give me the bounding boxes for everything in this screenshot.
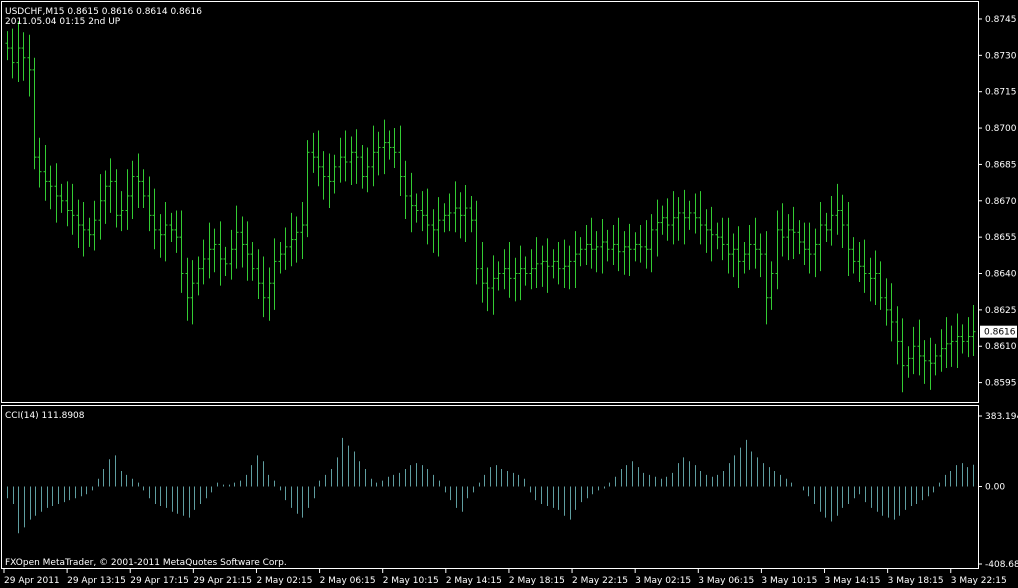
price-tick-label: 0.8640 bbox=[985, 270, 1017, 280]
price-tick-label: 0.8685 bbox=[985, 160, 1017, 170]
price-tick-label: 0.8655 bbox=[985, 233, 1017, 243]
time-tick-label: 3 May 10:15 bbox=[761, 576, 817, 586]
time-tick-label: 3 May 02:15 bbox=[635, 576, 691, 586]
price-tick-label: 0.8700 bbox=[985, 124, 1017, 134]
time-tick-label: 3 May 22:15 bbox=[951, 576, 1007, 586]
mt4-chart-window: 0.8745 0.8730 0.8715 0.8700 0.8685 0.8670 0.86… bbox=[0, 0, 1018, 588]
time-tick-label: 29 Apr 13:15 bbox=[67, 576, 126, 586]
time-tick-label: 3 May 18:15 bbox=[888, 576, 944, 586]
time-tick-label: 2 May 02:15 bbox=[256, 576, 312, 586]
price-tick-label: 0.8595 bbox=[985, 379, 1017, 389]
date-info: 2011.05.04 01:15 2nd UP bbox=[5, 17, 121, 27]
price-tick-label: 0.8715 bbox=[985, 88, 1017, 98]
time-tick-label: 29 Apr 21:15 bbox=[193, 576, 252, 586]
copyright-text: FXOpen MetaTrader, © 2001-2011 MetaQuote… bbox=[5, 558, 287, 568]
cci-tick-label: 383.1940 bbox=[985, 412, 1018, 422]
symbol-info: USDCHF,M15 0.8615 0.8616 0.8614 0.8616 bbox=[5, 7, 202, 17]
price-tick-label: 0.8730 bbox=[985, 51, 1017, 61]
time-tick-label: 29 Apr 17:15 bbox=[130, 576, 189, 586]
time-tick-label: 2 May 06:15 bbox=[320, 576, 376, 586]
time-tick-label: 3 May 14:15 bbox=[825, 576, 881, 586]
indicator-label: CCI(14) 111.8908 bbox=[5, 411, 85, 421]
price-tick-label: 0.8745 bbox=[985, 15, 1017, 25]
cci-tick-label: 0.00 bbox=[985, 483, 1005, 493]
price-tick-label: 0.8625 bbox=[985, 306, 1017, 316]
time-tick-label: 2 May 22:15 bbox=[572, 576, 628, 586]
cci-tick-label: -408.6890 bbox=[985, 560, 1018, 570]
time-tick-label: 2 May 14:15 bbox=[446, 576, 502, 586]
time-tick-label: 2 May 10:15 bbox=[383, 576, 439, 586]
current-price-label: 0.8616 bbox=[984, 328, 1016, 338]
price-tick-label: 0.8610 bbox=[985, 342, 1017, 352]
time-tick-label: 2 May 18:15 bbox=[509, 576, 565, 586]
time-tick-label: 3 May 06:15 bbox=[698, 576, 754, 586]
time-tick-label: 29 Apr 2011 bbox=[4, 576, 60, 586]
price-tick-label: 0.8670 bbox=[985, 197, 1017, 207]
